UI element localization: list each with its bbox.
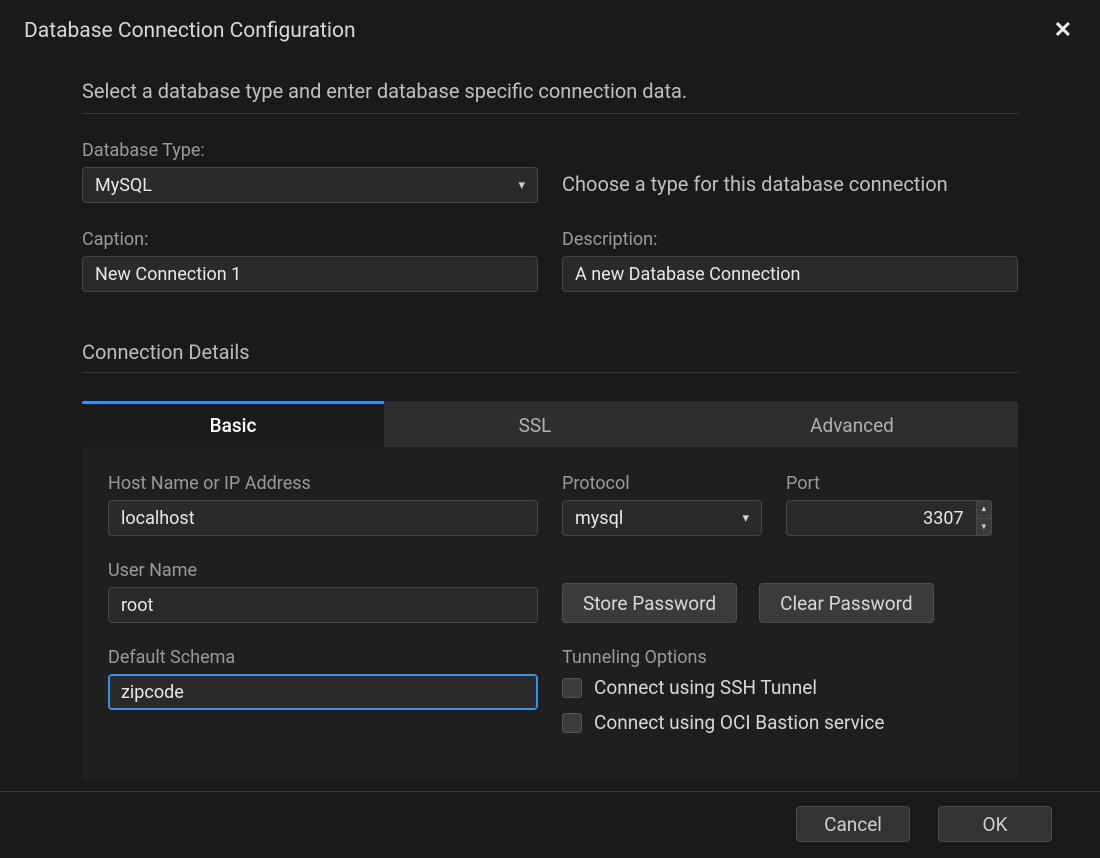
dialog-header: Database Connection Configuration ✕ [0, 0, 1100, 43]
oci-bastion-checkbox[interactable] [562, 713, 582, 733]
protocol-label: Protocol [562, 473, 762, 494]
store-password-button[interactable]: Store Password [562, 583, 737, 623]
db-connection-dialog: Database Connection Configuration ✕ Sele… [0, 0, 1100, 858]
description-input[interactable] [562, 256, 1018, 292]
tab-panel-basic: Host Name or IP Address Protocol mysql ▾ [82, 447, 1018, 780]
protocol-value: mysql [575, 508, 623, 529]
caption-input[interactable] [82, 256, 538, 292]
host-input[interactable] [108, 500, 538, 536]
close-icon[interactable]: ✕ [1050, 18, 1076, 43]
username-input[interactable] [108, 587, 538, 623]
ssh-tunnel-checkbox[interactable] [562, 678, 582, 698]
username-label: User Name [108, 560, 538, 581]
stepper-down-icon[interactable]: ▼ [976, 518, 992, 537]
dbtype-value: MySQL [95, 175, 152, 196]
dbtype-label: Database Type: [82, 140, 538, 161]
intro-text: Select a database type and enter databas… [82, 79, 1018, 114]
ok-button[interactable]: OK [938, 806, 1052, 842]
tab-advanced[interactable]: Advanced [686, 401, 1018, 447]
ssh-tunnel-label: Connect using SSH Tunnel [594, 676, 817, 699]
stepper-up-icon[interactable]: ▲ [976, 500, 992, 518]
port-label: Port [786, 473, 992, 494]
port-stepper[interactable]: ▲ ▼ [976, 500, 992, 536]
host-label: Host Name or IP Address [108, 473, 538, 494]
tab-ssl[interactable]: SSL [384, 401, 686, 447]
tabs: Basic SSL Advanced [82, 401, 1018, 447]
dialog-title: Database Connection Configuration [24, 19, 356, 43]
tunneling-label: Tunneling Options [562, 647, 992, 668]
connection-details-title: Connection Details [82, 340, 1018, 373]
description-label: Description: [562, 229, 1018, 250]
tab-basic[interactable]: Basic [82, 401, 384, 447]
oci-bastion-label: Connect using OCI Bastion service [594, 711, 884, 734]
schema-label: Default Schema [108, 647, 538, 668]
clear-password-button[interactable]: Clear Password [759, 583, 933, 623]
protocol-select[interactable]: mysql ▾ [562, 500, 762, 536]
chevron-down-icon: ▾ [742, 511, 749, 526]
schema-input[interactable] [108, 674, 538, 710]
dialog-body: Select a database type and enter databas… [0, 43, 1100, 791]
port-input[interactable] [786, 500, 976, 536]
cancel-button[interactable]: Cancel [796, 806, 910, 842]
dbtype-helper: Choose a type for this database connecti… [562, 148, 1018, 196]
caption-label: Caption: [82, 229, 538, 250]
dbtype-select[interactable]: MySQL ▾ [82, 167, 538, 203]
dialog-footer: Cancel OK [0, 791, 1100, 858]
chevron-down-icon: ▾ [518, 178, 525, 193]
